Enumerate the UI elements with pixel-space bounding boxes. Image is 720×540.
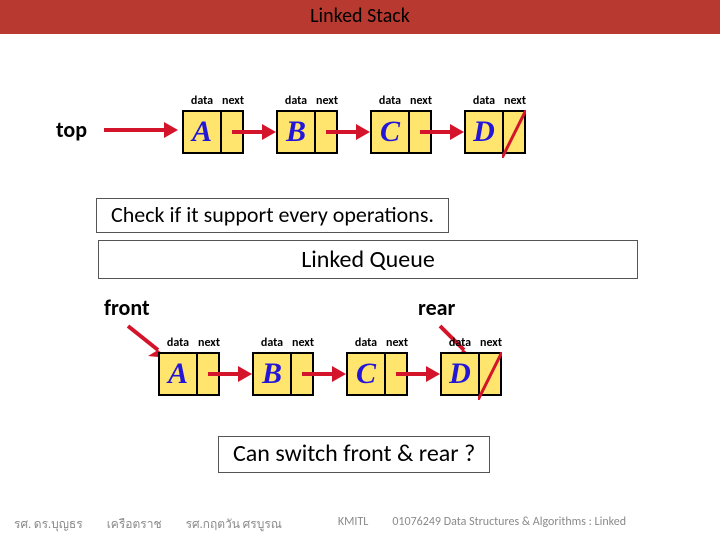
queue-node-row: data next A data next B [158, 336, 502, 396]
list-node: data next A [182, 94, 244, 154]
node-value: A [160, 354, 198, 394]
footer: รศ. ดร.บุญธร เครือตราช รศ.กฤตวัน ศรบูรณ … [0, 515, 720, 534]
node-header: data next [370, 94, 432, 110]
null-icon [478, 352, 502, 400]
stack-section: top data next A data next [0, 34, 720, 234]
node-next-cell [198, 354, 218, 394]
footer-author: เครือตราช [107, 515, 162, 534]
node-header-next: next [316, 94, 338, 108]
node-header: data next [252, 336, 314, 352]
node-header: data next [440, 336, 502, 352]
list-node: data next C [346, 336, 408, 396]
node-header: data next [346, 336, 408, 352]
node-header-data: data [276, 94, 316, 108]
node-header-data: data [158, 336, 198, 350]
list-node: data next C [370, 94, 432, 154]
node-header-next: next [480, 336, 502, 350]
list-node: data next D [464, 94, 526, 154]
node-next-cell [316, 112, 336, 152]
node-header-next: next [222, 94, 244, 108]
page-title: Linked Stack [0, 0, 720, 34]
node-value: A [184, 112, 222, 152]
node-header-data: data [182, 94, 222, 108]
node-header: data next [158, 336, 220, 352]
list-node: data next B [276, 94, 338, 154]
node-header: data next [276, 94, 338, 110]
node-header-next: next [504, 94, 526, 108]
node-header-data: data [464, 94, 504, 108]
node-next-cell [222, 112, 242, 152]
node-header-data: data [440, 336, 480, 350]
node-header-data: data [370, 94, 410, 108]
queue-section: front rear data next A data next [0, 280, 720, 500]
list-node: data next D [440, 336, 502, 396]
node-value: D [466, 112, 504, 152]
footer-course: 01076249 Data Structures & Algorithms : … [392, 515, 626, 534]
queue-front-label: front [104, 294, 150, 321]
node-next-cell [410, 112, 430, 152]
stack-pointer-label: top [56, 116, 87, 143]
queue-rear-label: rear [418, 294, 455, 321]
node-value: C [348, 354, 386, 394]
footer-author: รศ.กฤตวัน ศรบูรณ [186, 515, 282, 534]
list-node: data next A [158, 336, 220, 396]
node-value: B [254, 354, 292, 394]
node-next-cell [292, 354, 312, 394]
node-header-data: data [346, 336, 386, 350]
node-next-cell [504, 112, 524, 152]
footer-inst: KMITL [338, 515, 368, 534]
node-header: data next [464, 94, 526, 110]
stack-node-row: data next A data next B [182, 94, 526, 154]
node-header-next: next [292, 336, 314, 350]
node-header-next: next [386, 336, 408, 350]
node-header-data: data [252, 336, 292, 350]
queue-note: Can switch front & rear ? [218, 436, 490, 473]
node-value: B [278, 112, 316, 152]
list-node: data next B [252, 336, 314, 396]
node-next-cell [386, 354, 406, 394]
node-value: D [442, 354, 480, 394]
node-header: data next [182, 94, 244, 110]
queue-heading: Linked Queue [98, 240, 638, 279]
node-header-next: next [198, 336, 220, 350]
stack-note: Check if it support every operations. [96, 198, 449, 233]
node-value: C [372, 112, 410, 152]
footer-author: รศ. ดร.บุญธร [14, 515, 83, 534]
node-header-next: next [410, 94, 432, 108]
node-next-cell [480, 354, 500, 394]
null-icon [502, 110, 526, 158]
